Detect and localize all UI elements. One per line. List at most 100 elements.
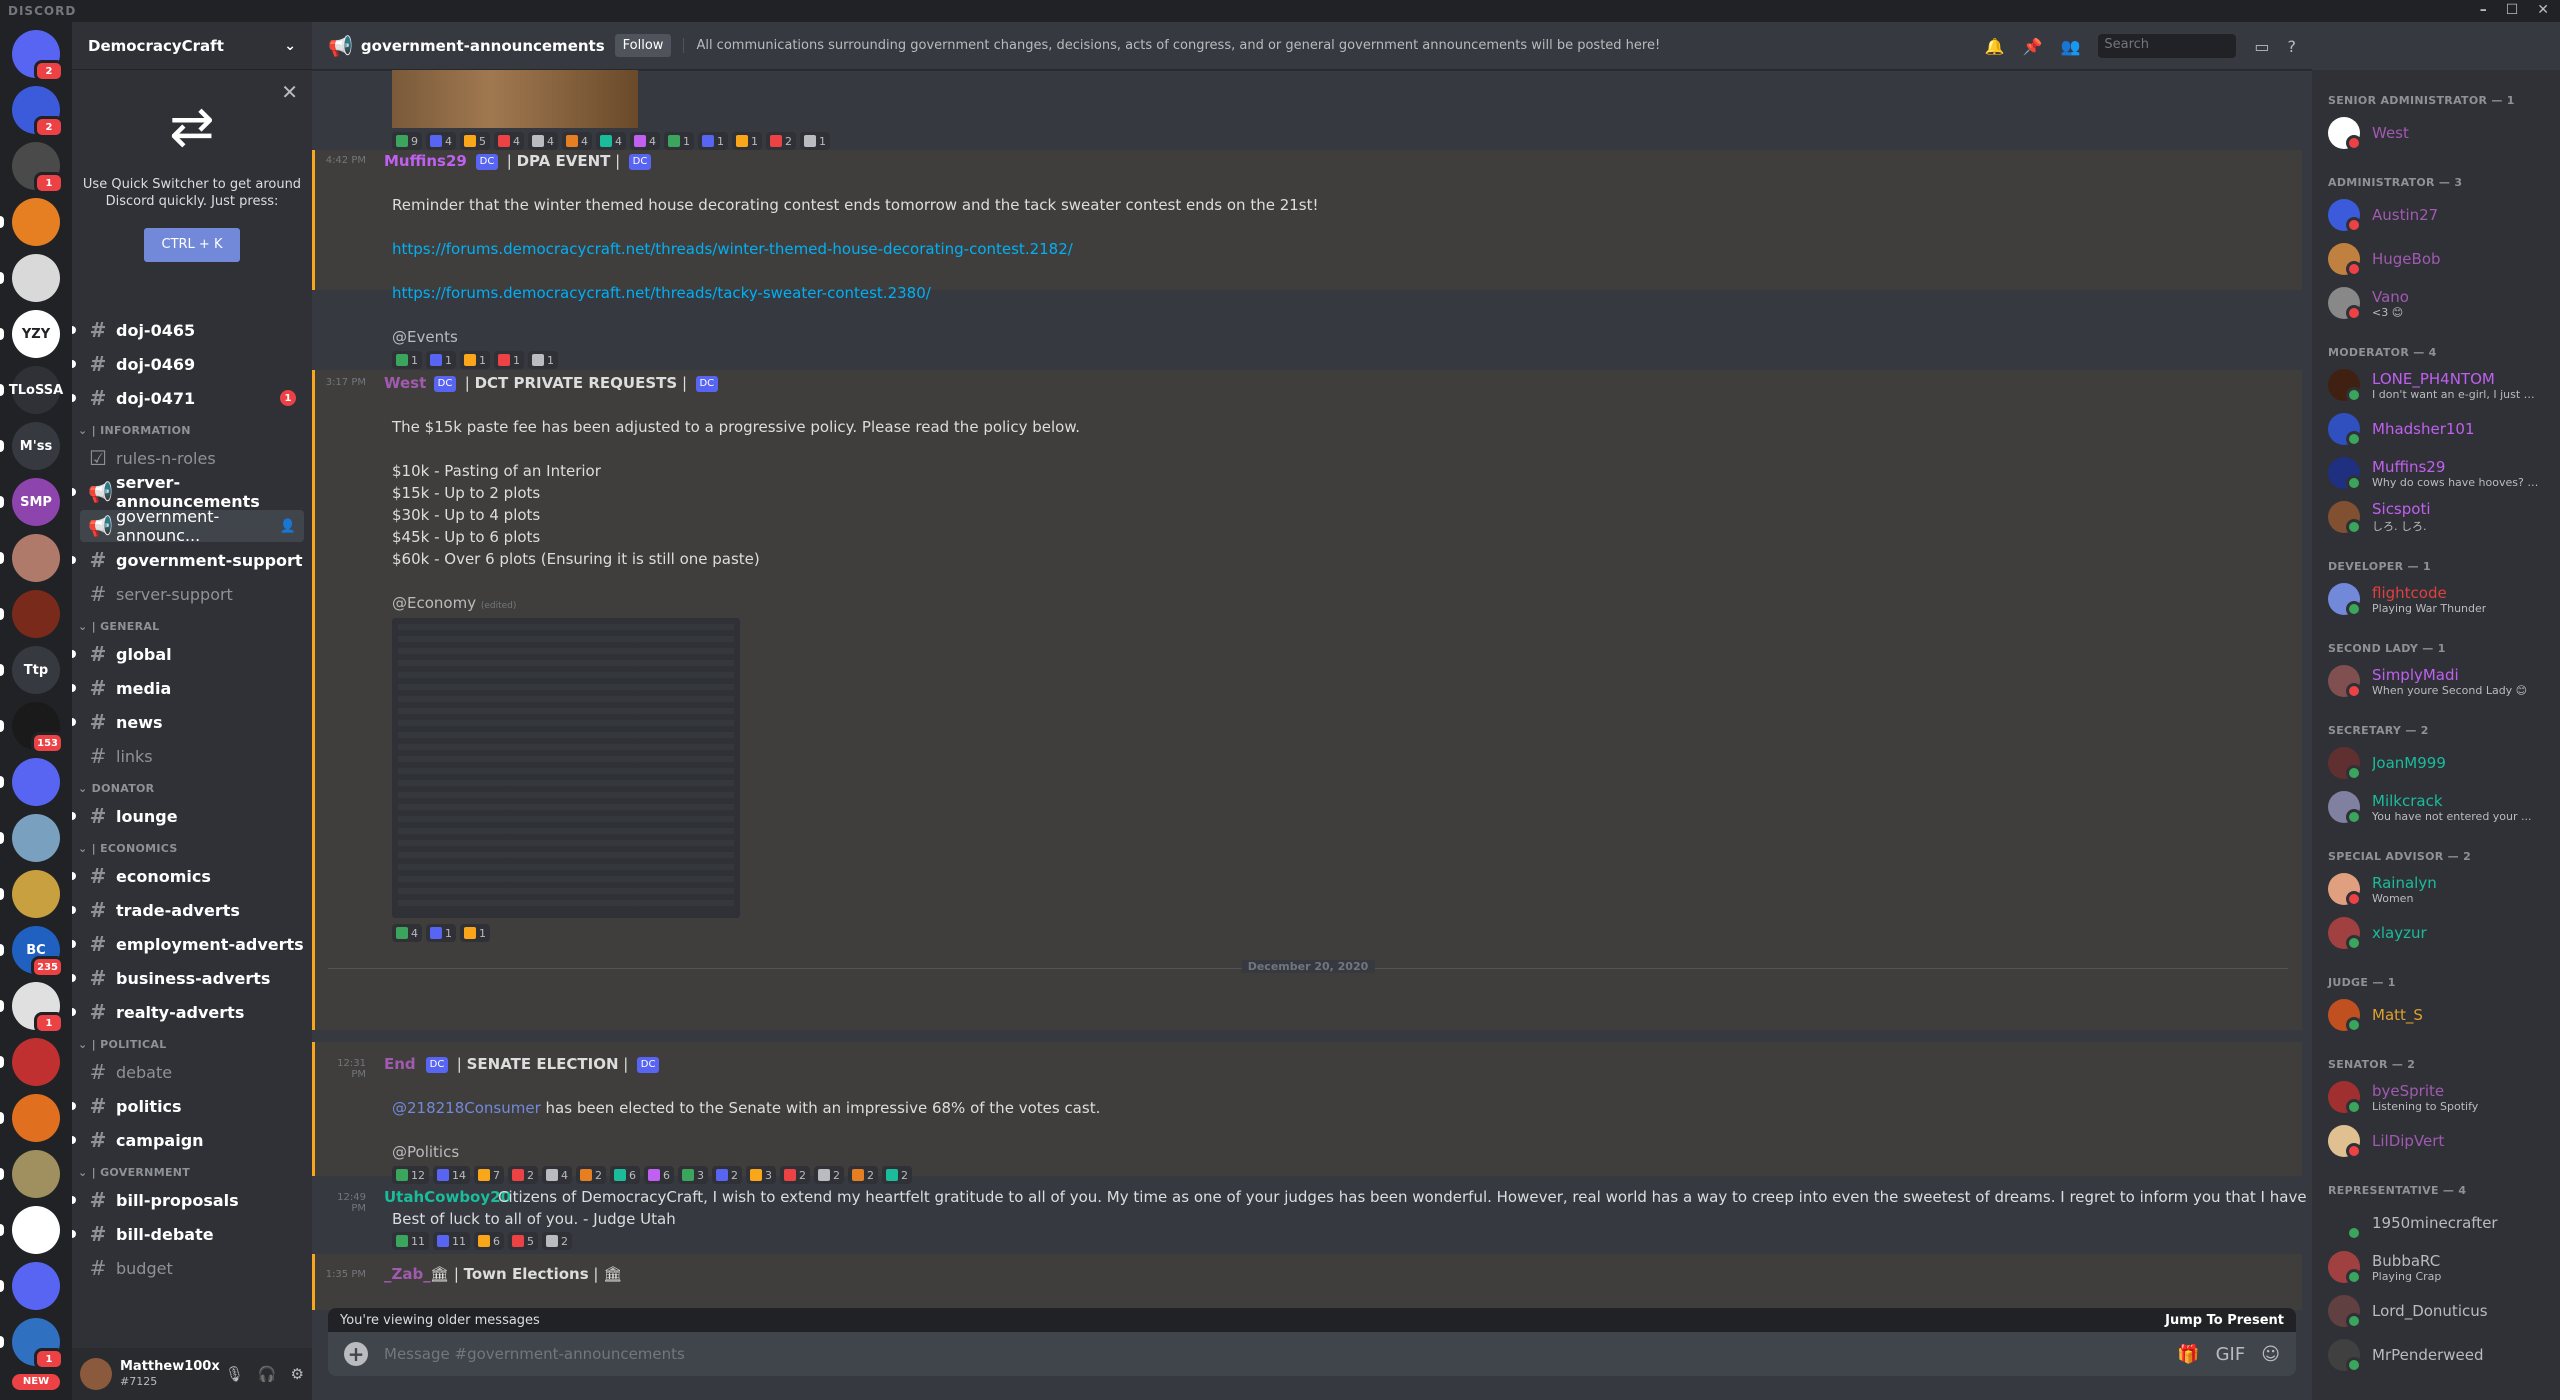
message-author[interactable]: End <box>384 1055 416 1073</box>
server-icon[interactable] <box>0 1206 60 1254</box>
member-item[interactable]: byeSprite Listening to Spotify <box>2320 1076 2552 1118</box>
category-general[interactable]: ⌄ | GENERAL <box>78 620 159 633</box>
reaction[interactable]: 1 <box>426 924 456 942</box>
pin-icon[interactable]: 📌 <box>2023 37 2043 56</box>
reaction[interactable]: 2 <box>848 1166 878 1184</box>
channel-politics[interactable]: # politics <box>72 1090 304 1122</box>
member-item[interactable]: Milkcrack You have not entered your ... <box>2320 786 2552 828</box>
member-item[interactable]: Lord_Donuticus <box>2320 1290 2552 1332</box>
channel-doj-0465[interactable]: # doj-0465 <box>72 314 304 346</box>
server-icon[interactable]: M'ss <box>0 422 60 470</box>
reaction[interactable]: 4 <box>630 132 660 150</box>
reaction[interactable]: 1 <box>494 351 524 369</box>
message-link[interactable]: https://forums.democracycraft.net/thread… <box>392 238 1073 260</box>
server-icon[interactable]: 2 <box>12 86 64 138</box>
settings-gear-icon[interactable]: ⚙ <box>291 1365 304 1383</box>
avatar[interactable] <box>80 1358 112 1390</box>
channel-doj-0469[interactable]: # doj-0469 <box>72 348 304 380</box>
reaction[interactable]: 9 <box>392 132 422 150</box>
channel-business-adverts[interactable]: # business-adverts <box>72 962 304 994</box>
reaction[interactable]: 4 <box>528 132 558 150</box>
member-item[interactable]: JoanM999 <box>2320 742 2552 784</box>
channel-rules-n-roles[interactable]: ☑ rules-n-roles <box>80 442 304 474</box>
channel-server-support[interactable]: # server-support <box>80 578 304 610</box>
close-icon[interactable]: ✕ <box>281 80 298 104</box>
reaction[interactable]: 1 <box>698 132 728 150</box>
bell-icon[interactable]: 🔔 <box>1985 37 2005 56</box>
reaction[interactable]: 2 <box>766 132 796 150</box>
attach-plus-icon[interactable]: + <box>344 1342 368 1366</box>
category-information[interactable]: ⌄ | INFORMATION <box>78 424 191 437</box>
reaction[interactable]: 4 <box>426 132 456 150</box>
channel-campaign[interactable]: # campaign <box>72 1124 304 1156</box>
channel-lounge[interactable]: # lounge <box>72 800 304 832</box>
server-icon[interactable]: 2 <box>12 30 64 82</box>
server-icon[interactable]: 1 <box>12 142 64 194</box>
quick-switcher-button[interactable]: CTRL + K <box>144 228 240 262</box>
message-composer[interactable]: + Message #government-announcements 🎁 GI… <box>328 1332 2296 1376</box>
server-icon[interactable] <box>0 534 60 582</box>
channel-employment-adverts[interactable]: # employment-adverts <box>72 928 304 960</box>
member-item[interactable]: HugeBob <box>2320 238 2552 280</box>
server-icon[interactable] <box>0 1094 60 1142</box>
reaction[interactable]: 12 <box>392 1166 429 1184</box>
reaction[interactable]: 3 <box>678 1166 708 1184</box>
message-author[interactable]: Muffins29 <box>384 152 467 170</box>
channel-doj-0471[interactable]: # doj-0471 1 <box>72 382 304 414</box>
member-item[interactable]: flightcode Playing War Thunder <box>2320 578 2552 620</box>
server-icon[interactable] <box>0 254 60 302</box>
member-item[interactable]: BubbaRC Playing Crap <box>2320 1246 2552 1288</box>
server-icon[interactable] <box>0 590 60 638</box>
role-mention[interactable]: @Politics <box>392 1141 459 1163</box>
reaction[interactable]: 2 <box>882 1166 912 1184</box>
server-icon[interactable]: YZY <box>0 310 60 358</box>
help-icon[interactable]: ? <box>2288 37 2297 56</box>
channel-budget[interactable]: # budget <box>80 1252 304 1284</box>
member-item[interactable]: LONE_PH4NTOM I don't want an e-girl, I ju… <box>2320 364 2552 406</box>
channel-global[interactable]: # global <box>72 638 304 670</box>
channel-government-support[interactable]: # government-support <box>72 544 304 576</box>
user-mention[interactable]: @218218Consumer <box>392 1099 541 1117</box>
member-item[interactable]: Rainalyn Women <box>2320 868 2552 910</box>
headphones-icon[interactable]: 🎧 <box>258 1365 277 1383</box>
role-mention[interactable]: @Events <box>392 326 458 348</box>
reaction[interactable]: 4 <box>596 132 626 150</box>
channel-government-announc-[interactable]: 📢 government-announc... 👤 <box>80 507 304 545</box>
follow-button[interactable]: Follow <box>614 34 672 57</box>
reaction[interactable]: 1 <box>392 351 422 369</box>
message-link[interactable]: https://forums.democracycraft.net/thread… <box>392 282 931 304</box>
member-item[interactable]: Vano <3 😊 <box>2320 282 2552 324</box>
reaction[interactable]: 3 <box>746 1166 776 1184</box>
category-donator[interactable]: ⌄ DONATOR <box>78 782 154 795</box>
reaction[interactable]: 6 <box>474 1232 504 1250</box>
reaction[interactable]: 1 <box>460 351 490 369</box>
channel-server-announcements[interactable]: 📢 server-announcements <box>72 473 304 511</box>
member-item[interactable]: Matt_S <box>2320 994 2552 1036</box>
reaction[interactable]: 11 <box>433 1232 470 1250</box>
add-member-icon[interactable]: 👤 <box>280 519 296 534</box>
reaction[interactable]: 6 <box>610 1166 640 1184</box>
reaction[interactable]: 4 <box>542 1166 572 1184</box>
search-input[interactable]: Search <box>2098 34 2237 58</box>
reaction[interactable]: 5 <box>460 132 490 150</box>
close-icon[interactable]: ✕ <box>2537 2 2550 18</box>
reaction[interactable]: 11 <box>392 1232 429 1250</box>
server-icon[interactable]: BC 235 <box>0 926 64 978</box>
member-item[interactable]: SimplyMadi When youre Second Lady 😊 <box>2320 660 2552 702</box>
reaction[interactable]: 1 <box>664 132 694 150</box>
gift-icon[interactable]: 🎁 <box>2177 1344 2199 1365</box>
channel-bill-proposals[interactable]: # bill-proposals <box>72 1184 304 1216</box>
message-image-attachment[interactable] <box>392 618 740 918</box>
server-icon[interactable]: Ttp <box>0 646 60 694</box>
reaction[interactable]: 2 <box>712 1166 742 1184</box>
reaction[interactable]: 1 <box>460 924 490 942</box>
member-item[interactable]: Muffins29 Why do cows have hooves? Bc... <box>2320 452 2552 494</box>
message-author[interactable]: UtahCowboy20 <box>384 1188 511 1206</box>
server-icon[interactable] <box>0 1262 60 1310</box>
reaction[interactable]: 2 <box>780 1166 810 1184</box>
channel-media[interactable]: # media <box>72 672 304 704</box>
reaction[interactable]: 4 <box>494 132 524 150</box>
reaction[interactable]: 2 <box>576 1166 606 1184</box>
channel-debate[interactable]: # debate <box>80 1056 304 1088</box>
reaction[interactable]: 2 <box>542 1232 572 1250</box>
